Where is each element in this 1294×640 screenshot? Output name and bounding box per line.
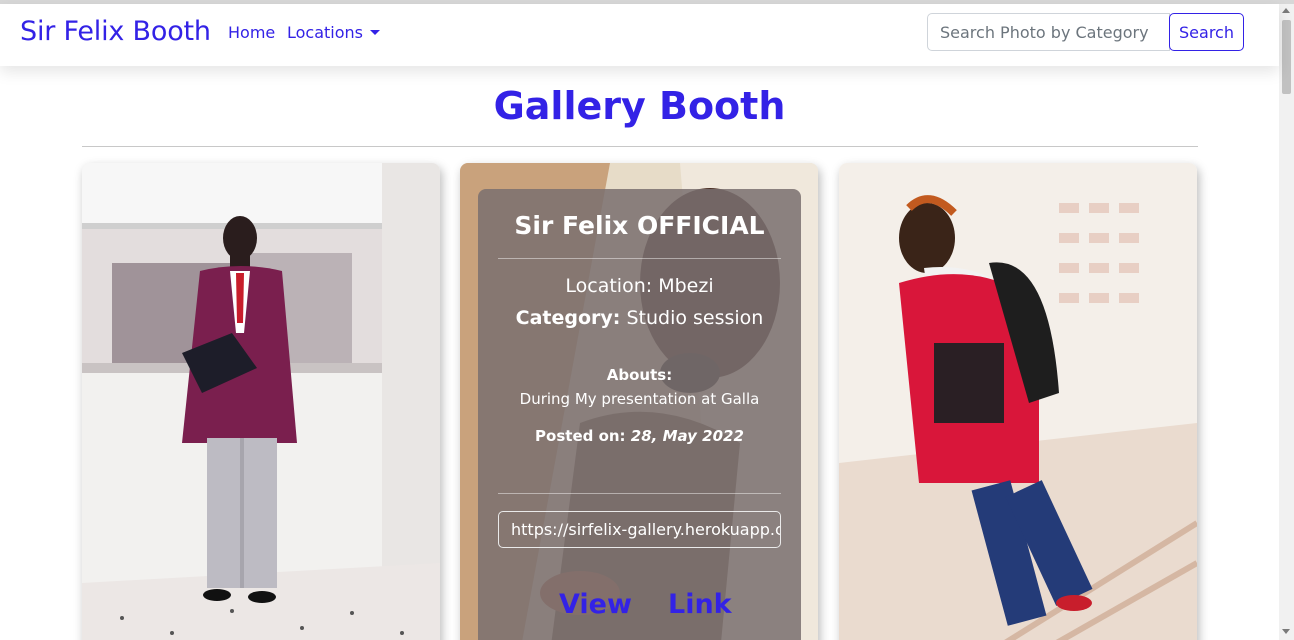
- category-value: Studio session: [626, 307, 764, 329]
- scroll-down-icon[interactable]: [1282, 629, 1290, 634]
- brand-link[interactable]: Sir Felix Booth: [20, 16, 211, 47]
- page-title: Gallery Booth: [493, 84, 786, 128]
- photo-info-overlay: Sir Felix OFFICIAL Location: Mbezi Categ…: [478, 189, 801, 640]
- overlay-divider: [498, 258, 781, 259]
- posted-date: 28, May 2022: [630, 427, 744, 445]
- copy-link[interactable]: Link: [668, 589, 732, 620]
- page: Sir Felix Booth Home Locations Search Ga…: [0, 0, 1294, 640]
- photo-category: Category: Studio session: [478, 307, 801, 329]
- photo-location: Location: Mbezi: [478, 275, 801, 297]
- caret-down-icon: [370, 30, 381, 35]
- photo-man-in-suit: [82, 163, 440, 640]
- photo-title: Sir Felix OFFICIAL: [514, 211, 765, 240]
- scrollbar[interactable]: [1279, 4, 1294, 640]
- abouts-label: Abouts:: [606, 366, 673, 384]
- location-value: Mbezi: [658, 275, 714, 297]
- photo-url-field[interactable]: https://sirfelix-gallery.herokuapp.com: [498, 511, 781, 548]
- overlay-divider: [498, 493, 781, 494]
- scroll-up-icon[interactable]: [1282, 8, 1290, 13]
- navbar: Sir Felix Booth Home Locations Search: [0, 4, 1279, 66]
- nav-home-link[interactable]: Home: [228, 23, 275, 42]
- gallery-card[interactable]: [82, 163, 440, 640]
- search-button[interactable]: Search: [1169, 13, 1244, 51]
- gallery-card[interactable]: Sir Felix OFFICIAL Location: Mbezi Categ…: [460, 163, 818, 640]
- location-label: Location:: [565, 275, 653, 297]
- nav-locations-label: Locations: [287, 23, 364, 42]
- posted-on: Posted on: 28, May 2022: [478, 427, 801, 445]
- nav-locations-dropdown[interactable]: Locations: [287, 23, 381, 42]
- category-label: Category:: [515, 307, 621, 329]
- search-input[interactable]: [927, 13, 1170, 51]
- photo-man-in-red-shirt: [839, 163, 1197, 640]
- scroll-thumb[interactable]: [1282, 20, 1291, 94]
- gallery-card[interactable]: [839, 163, 1197, 640]
- view-link[interactable]: View: [559, 589, 632, 620]
- posted-label: Posted on:: [535, 427, 626, 445]
- divider: [82, 146, 1198, 147]
- abouts-text: During My presentation at Galla: [519, 390, 760, 408]
